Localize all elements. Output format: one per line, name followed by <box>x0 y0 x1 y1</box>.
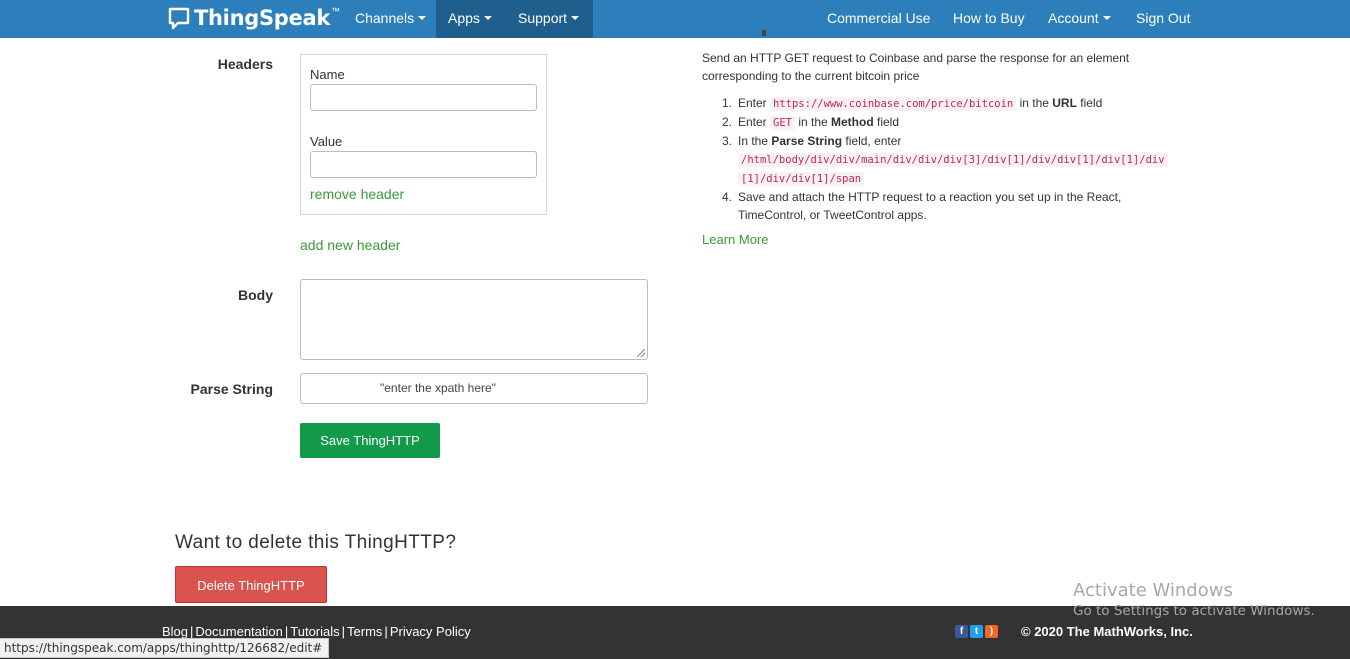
chevron-down-icon <box>418 16 427 21</box>
top-navbar: ThingSpeak ™ Channels Apps Support Commer… <box>0 0 1350 38</box>
nav-sign-out-label: Sign Out <box>1136 10 1191 26</box>
facebook-icon[interactable]: f <box>955 625 968 638</box>
copyright-text: © 2020 The MathWorks, Inc. <box>1021 624 1193 639</box>
nav-commercial-use[interactable]: Commercial Use <box>815 0 942 38</box>
footer-link-blog[interactable]: Blog <box>162 624 188 639</box>
nav-apps[interactable]: Apps <box>436 0 506 38</box>
headers-label: Headers <box>217 56 273 72</box>
brand-name: ThingSpeak <box>194 6 330 30</box>
help-step-2: 2. Enter GET in the Method field <box>722 115 900 130</box>
help-step-3: 3. In the Parse String field, enter /htm… <box>722 132 1182 188</box>
trademark-mark: ™ <box>331 6 340 16</box>
body-label: Body <box>238 287 273 303</box>
url-code: https://www.coinbase.com/price/bitcoin <box>770 97 1017 111</box>
help-step-4: 4. Save and attach the HTTP request to a… <box>722 190 1122 222</box>
header-name-label: Name <box>310 67 345 82</box>
method-code: GET <box>770 116 795 130</box>
footer-link-tutorials[interactable]: Tutorials <box>290 624 339 639</box>
nav-channels[interactable]: Channels <box>343 0 438 38</box>
add-header-link[interactable]: add new header <box>300 237 400 253</box>
header-entry-panel: Name Value remove header <box>300 54 547 215</box>
remove-header-link[interactable]: remove header <box>310 186 404 202</box>
nav-support-label: Support <box>518 10 568 26</box>
nav-sign-out[interactable]: Sign Out <box>1124 0 1202 38</box>
header-value-input[interactable] <box>310 151 537 178</box>
header-value-label: Value <box>310 134 343 149</box>
chevron-down-icon <box>1102 16 1111 21</box>
xpath-code-line-1: /html/body/div/div/main/div/div/div[3]/d… <box>738 153 1168 167</box>
nav-channels-label: Channels <box>355 10 415 26</box>
footer-link-privacy[interactable]: Privacy Policy <box>390 624 471 639</box>
delete-thinghttp-button[interactable]: Delete ThingHTTP <box>175 566 327 603</box>
body-textarea[interactable] <box>300 279 648 360</box>
nav-apps-label: Apps <box>448 10 480 26</box>
chevron-down-icon <box>483 16 492 21</box>
speech-bubble-icon <box>168 7 190 30</box>
save-thinghttp-button[interactable]: Save ThingHTTP <box>300 423 440 458</box>
xpath-code-line-2: [1]/div/div[1]/span <box>738 172 865 186</box>
nav-commercial-use-label: Commercial Use <box>827 10 931 26</box>
learn-more-link[interactable]: Learn More <box>702 232 768 247</box>
nav-how-to-buy-label: How to Buy <box>953 10 1025 26</box>
nav-how-to-buy[interactable]: How to Buy <box>941 0 1037 38</box>
cut-off-help-heading <box>702 28 822 38</box>
footer-link-documentation[interactable]: Documentation <box>195 624 282 639</box>
nav-account-label: Account <box>1048 10 1099 26</box>
thingspeak-logo[interactable]: ThingSpeak ™ <box>168 3 340 33</box>
parse-string-label: Parse String <box>190 381 273 397</box>
parse-string-input[interactable]: "enter the xpath here" <box>300 373 648 404</box>
nav-account[interactable]: Account <box>1036 0 1123 38</box>
nav-support[interactable]: Support <box>506 0 593 38</box>
social-icons: f t ) <box>955 625 998 638</box>
footer-links: Blog | Documentation | Tutorials | Terms | Priva… <box>162 624 471 639</box>
rss-icon[interactable]: ) <box>985 625 998 638</box>
help-steps-list: 1. Enter https://www.coinbase.com/price/… <box>722 94 1182 224</box>
browser-status-url: https://thingspeak.com/apps/thinghttp/12… <box>0 638 330 658</box>
header-name-input[interactable] <box>310 84 537 111</box>
activate-subtitle: Go to Settings to activate Windows. <box>1073 603 1315 619</box>
delete-heading: Want to delete this ThingHTTP? <box>175 532 457 553</box>
windows-activation-watermark: Activate Windows Go to Settings to activ… <box>1073 580 1315 619</box>
activate-title: Activate Windows <box>1073 580 1233 601</box>
help-intro-text: Send an HTTP GET request to Coinbase and… <box>702 51 1130 83</box>
chevron-down-icon <box>571 16 580 21</box>
footer-link-terms[interactable]: Terms <box>347 624 382 639</box>
resize-handle-icon[interactable] <box>637 349 645 357</box>
help-step-1: 1. Enter https://www.coinbase.com/price/… <box>722 96 1103 111</box>
twitter-icon[interactable]: t <box>970 625 983 638</box>
